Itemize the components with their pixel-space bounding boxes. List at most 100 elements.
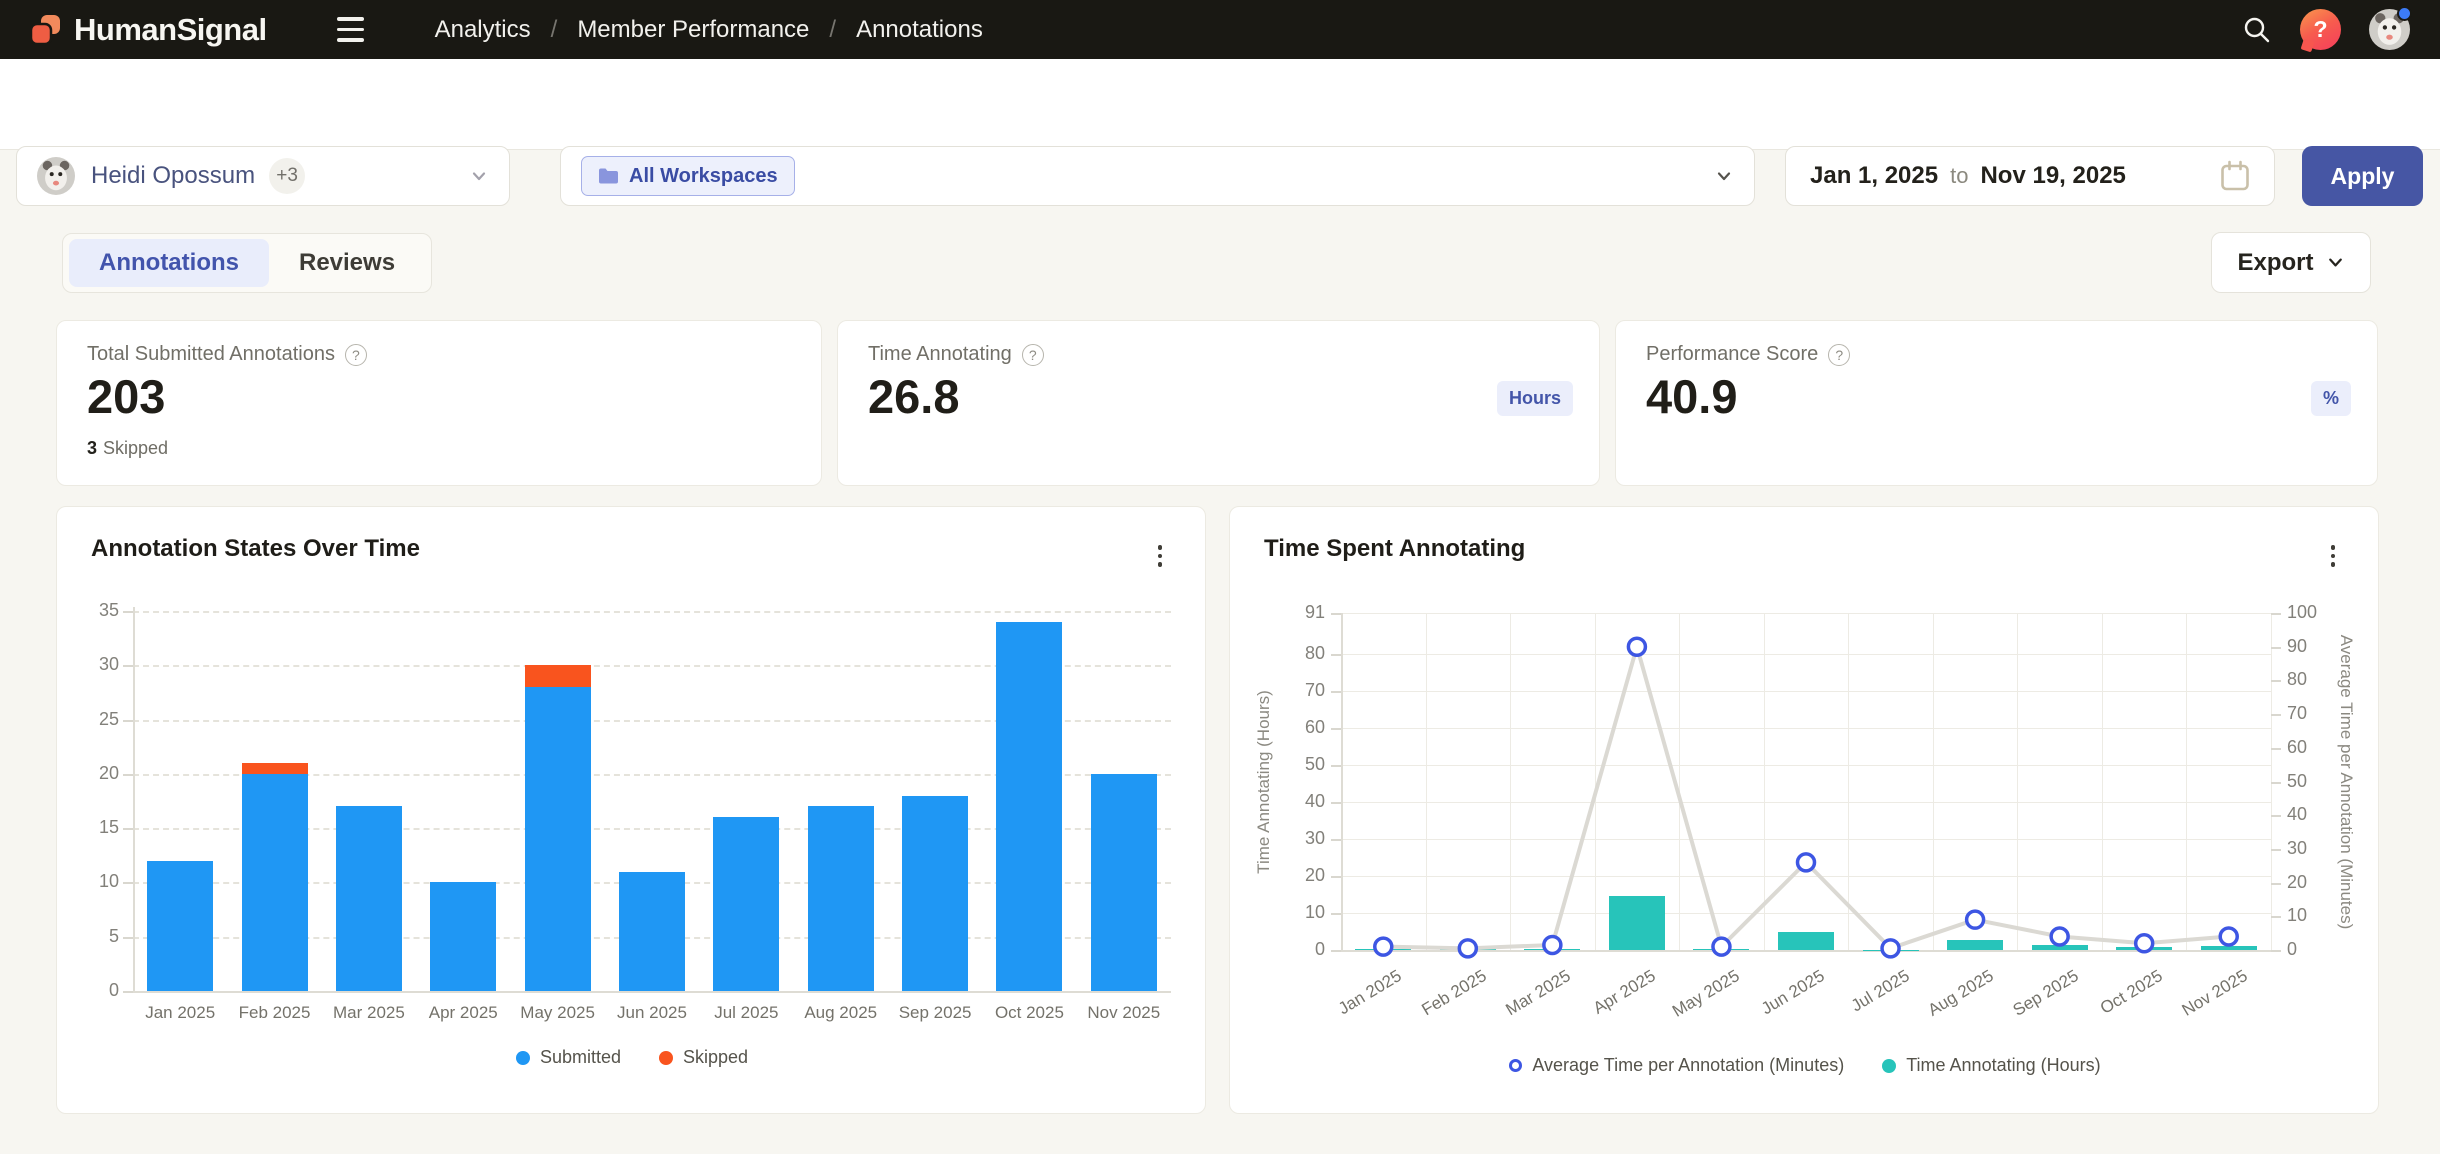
y-axis-label-left: 30: [1273, 828, 1325, 849]
bar-submitted: [242, 774, 308, 991]
y-axis-tick-right: [2271, 883, 2281, 885]
y-axis-label: 35: [71, 600, 119, 621]
y-axis-tick-left: [1331, 876, 1341, 878]
x-axis-label: Jun 2025: [605, 1003, 699, 1023]
y-axis-label-right: 10: [2287, 905, 2343, 926]
stat-sub-value: 3: [87, 438, 97, 458]
workspace-chip[interactable]: All Workspaces: [581, 156, 795, 196]
gridline-v: [2186, 613, 2187, 950]
legend-item-average-time[interactable]: Average Time per Annotation (Minutes): [1509, 1055, 1844, 1076]
legend-dot-icon: [516, 1051, 530, 1065]
y-axis-label-left: 91: [1273, 602, 1325, 623]
x-axis-label: Apr 2025: [416, 1003, 510, 1023]
question-circle-icon[interactable]: ?: [1022, 344, 1044, 366]
unit-badge: %: [2311, 381, 2351, 416]
stat-label: Performance Score: [1646, 343, 1818, 366]
line-point-marker: [1882, 940, 1899, 957]
question-circle-icon[interactable]: ?: [1828, 344, 1850, 366]
workspaces-select[interactable]: All Workspaces: [560, 146, 1755, 206]
export-button[interactable]: Export: [2211, 232, 2371, 293]
y-axis-tick-right: [2271, 950, 2281, 952]
gridline-h: [1341, 839, 2271, 840]
calendar-icon: [2220, 160, 2250, 192]
y-axis-label-right: 40: [2287, 804, 2343, 825]
legend-item-submitted[interactable]: Submitted: [516, 1047, 621, 1068]
breadcrumb-separator: /: [829, 16, 836, 44]
y-axis-tick: [123, 720, 133, 722]
bar-time-annotating: [2116, 947, 2172, 950]
line-point-marker: [1798, 854, 1815, 871]
stat-label-row: Performance Score?: [1646, 343, 1850, 366]
y-axis-title-right: Average Time per Annotation (Minutes): [2336, 634, 2356, 929]
y-axis-tick-right: [2271, 680, 2281, 682]
chart-legend: Average Time per Annotation (Minutes) Tim…: [1230, 1055, 2380, 1076]
y-axis-tick-left: [1331, 691, 1341, 693]
annotation-states-plot: 05101520253035Jan 2025Feb 2025Mar 2025Ap…: [57, 507, 1207, 1115]
y-axis-tick-right: [2271, 815, 2281, 817]
breadcrumb-item-analytics[interactable]: Analytics: [435, 16, 531, 44]
tab-reviews[interactable]: Reviews: [269, 239, 425, 287]
bar-submitted: [336, 806, 402, 991]
legend-item-skipped[interactable]: Skipped: [659, 1047, 748, 1068]
y-axis-tick-left: [1331, 913, 1341, 915]
y-axis-tick-left: [1331, 728, 1341, 730]
y-axis-tick-left: [1331, 950, 1341, 952]
bar-time-annotating: [2032, 945, 2088, 950]
y-axis-line-left: [1341, 613, 1343, 950]
humansignal-logo-icon: [30, 14, 62, 46]
member-name: Heidi Opossum: [91, 162, 255, 190]
legend-label: Submitted: [540, 1047, 621, 1068]
y-axis-label: 30: [71, 654, 119, 675]
legend-item-time-annotating[interactable]: Time Annotating (Hours): [1882, 1055, 2100, 1076]
bar-submitted: [525, 687, 591, 991]
gridline-v: [1933, 613, 1934, 950]
y-axis-label-left: 50: [1273, 754, 1325, 775]
time-spent-chart-card: Time Spent Annotating 918070605040302010…: [1229, 506, 2379, 1114]
bar-time-annotating: [1440, 949, 1496, 950]
gridline-h: [1341, 802, 2271, 803]
export-label: Export: [2237, 249, 2313, 277]
y-axis-tick-left: [1331, 654, 1341, 656]
gridline-v: [2017, 613, 2018, 950]
y-axis-tick: [123, 882, 133, 884]
nav-right: ?: [2242, 9, 2410, 50]
y-axis-tick-left: [1331, 765, 1341, 767]
gridline-v: [2102, 613, 2103, 950]
y-axis-tick-right: [2271, 613, 2281, 615]
apply-button[interactable]: Apply: [2302, 146, 2423, 206]
stat-label-row: Total Submitted Annotations?: [87, 343, 367, 366]
stat-label-row: Time Annotating?: [868, 343, 1044, 366]
help-icon[interactable]: ?: [2300, 9, 2341, 50]
x-axis-label: Jan 2025: [133, 1003, 227, 1023]
x-axis-label: Feb 2025: [227, 1003, 321, 1023]
question-circle-icon[interactable]: ?: [345, 344, 367, 366]
stat-card-time-annotating: Time Annotating?26.8Hours: [837, 320, 1600, 486]
y-axis-tick: [123, 665, 133, 667]
nav-left: HumanSignal Analytics / Member Performance…: [30, 10, 983, 50]
y-axis-label-right: 60: [2287, 737, 2343, 758]
member-avatar: [37, 157, 75, 195]
breadcrumb-item-annotations[interactable]: Annotations: [856, 16, 983, 44]
date-from: Jan 1, 2025: [1810, 162, 1938, 190]
y-axis-label-right: 70: [2287, 703, 2343, 724]
y-axis-label: 15: [71, 817, 119, 838]
brand-logo[interactable]: HumanSignal: [30, 12, 267, 48]
unit-badge: Hours: [1497, 381, 1573, 416]
breadcrumb-item-member-performance[interactable]: Member Performance: [577, 16, 809, 44]
y-axis-label-left: 40: [1273, 791, 1325, 812]
stat-value: 40.9: [1646, 369, 1737, 424]
member-select[interactable]: Heidi Opossum +3: [16, 146, 510, 206]
gridline-h: [133, 611, 1171, 613]
user-avatar[interactable]: [2369, 9, 2410, 50]
bar-time-annotating: [1947, 940, 2003, 950]
y-axis-tick-right: [2271, 916, 2281, 918]
search-icon[interactable]: [2242, 15, 2272, 45]
brand-name: HumanSignal: [74, 12, 267, 48]
y-axis-tick-right: [2271, 782, 2281, 784]
date-range-picker[interactable]: Jan 1, 2025 to Nov 19, 2025: [1785, 146, 2275, 206]
hamburger-menu-icon[interactable]: [337, 10, 377, 50]
bar-submitted: [1091, 774, 1157, 991]
bar-submitted: [902, 796, 968, 991]
annotation-states-chart-card: Annotation States Over Time 051015202530…: [56, 506, 1206, 1114]
tab-annotations[interactable]: Annotations: [69, 239, 269, 287]
